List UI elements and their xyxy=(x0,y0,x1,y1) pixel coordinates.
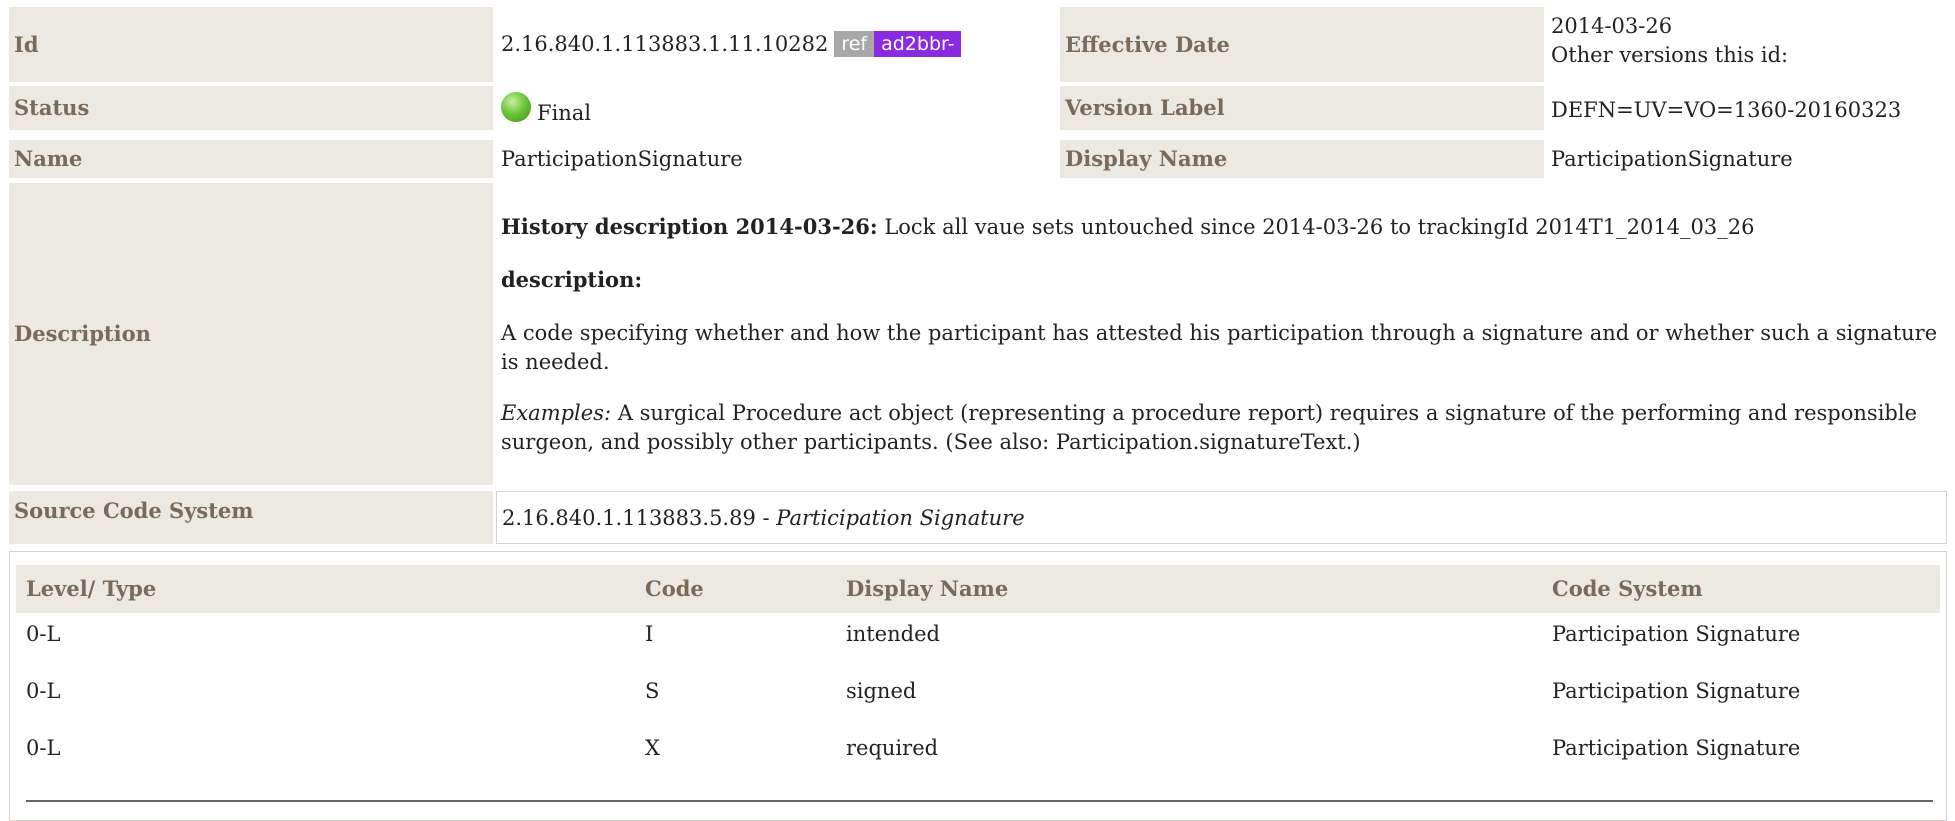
cell-display-name: signed xyxy=(846,679,917,703)
status-final-icon xyxy=(501,92,531,122)
status-label: Status xyxy=(9,86,493,130)
id-oid: 2.16.840.1.113883.1.11.10282 xyxy=(501,32,829,56)
id-label: Id xyxy=(9,7,493,82)
effective-date-value: 2014-03-26 Other versions this id: xyxy=(1551,12,1788,70)
table-bottom-rule xyxy=(26,800,1933,802)
name-label: Name xyxy=(9,140,493,178)
source-separator: - xyxy=(755,505,777,530)
table-row: 0-L X required Participation Signature xyxy=(16,734,1940,774)
source-name: Participation Signature xyxy=(776,505,1025,530)
effective-date: 2014-03-26 xyxy=(1551,14,1673,38)
cell-code-system: Participation Signature xyxy=(1552,736,1801,760)
header-display-name: Display Name xyxy=(846,576,1009,601)
header-code-system: Code System xyxy=(1552,576,1703,601)
concept-table: Level/ Type Code Display Name Code Syste… xyxy=(9,551,1947,821)
description-heading: description: xyxy=(501,265,1941,295)
history-description-label: History description 2014-03-26: xyxy=(501,214,878,239)
description-label: Description xyxy=(9,183,493,485)
examples-text: Examples: A surgical Procedure act objec… xyxy=(501,399,1941,457)
source-oid: 2.16.840.1.113883.5.89 xyxy=(502,505,756,530)
table-row: 0-L I intended Participation Signature xyxy=(16,620,1940,660)
history-description-text: Lock all vaue sets untouched since 2014-… xyxy=(877,215,1755,239)
prefix-badge[interactable]: ad2bbr- xyxy=(874,31,962,57)
other-versions: Other versions this id: xyxy=(1551,43,1789,67)
source-code-system-value: 2.16.840.1.113883.5.89 - Participation S… xyxy=(496,491,1947,544)
status-value: Final xyxy=(501,92,591,131)
examples-body: A surgical Procedure act object (represe… xyxy=(501,401,1917,454)
table-row: 0-L S signed Participation Signature xyxy=(16,677,1940,717)
table-header: Level/ Type Code Display Name Code Syste… xyxy=(16,565,1940,613)
cell-display-name: required xyxy=(846,736,939,760)
cell-code-system: Participation Signature xyxy=(1552,622,1801,646)
cell-display-name: intended xyxy=(846,622,940,646)
cell-code: S xyxy=(645,679,660,703)
name-value: ParticipationSignature xyxy=(501,147,743,171)
cell-level-type: 0-L xyxy=(26,679,61,703)
display-name-label: Display Name xyxy=(1060,140,1544,178)
examples-label: Examples: xyxy=(501,401,612,425)
description-text: A code specifying whether and how the pa… xyxy=(501,321,1938,374)
id-value: 2.16.840.1.113883.1.11.10282 ref ad2bbr- xyxy=(501,28,962,60)
cell-code: I xyxy=(645,622,654,646)
history-description: History description 2014-03-26: Lock all… xyxy=(501,212,1941,242)
cell-level-type: 0-L xyxy=(26,622,61,646)
effective-date-label: Effective Date xyxy=(1060,7,1544,82)
display-name-value: ParticipationSignature xyxy=(1551,147,1793,171)
version-label-label: Version Label xyxy=(1060,86,1544,130)
version-label-value: DEFN=UV=VO=1360-20160323 xyxy=(1551,98,1902,122)
description-heading-label: description: xyxy=(501,267,643,292)
status-text: Final xyxy=(537,101,592,125)
source-code-system-label: Source Code System xyxy=(9,491,493,544)
header-level-type: Level/ Type xyxy=(26,576,157,601)
cell-code-system: Participation Signature xyxy=(1552,679,1801,703)
ref-badge[interactable]: ref xyxy=(834,31,875,57)
cell-code: X xyxy=(645,736,660,760)
header-code: Code xyxy=(645,576,704,601)
cell-level-type: 0-L xyxy=(26,736,61,760)
